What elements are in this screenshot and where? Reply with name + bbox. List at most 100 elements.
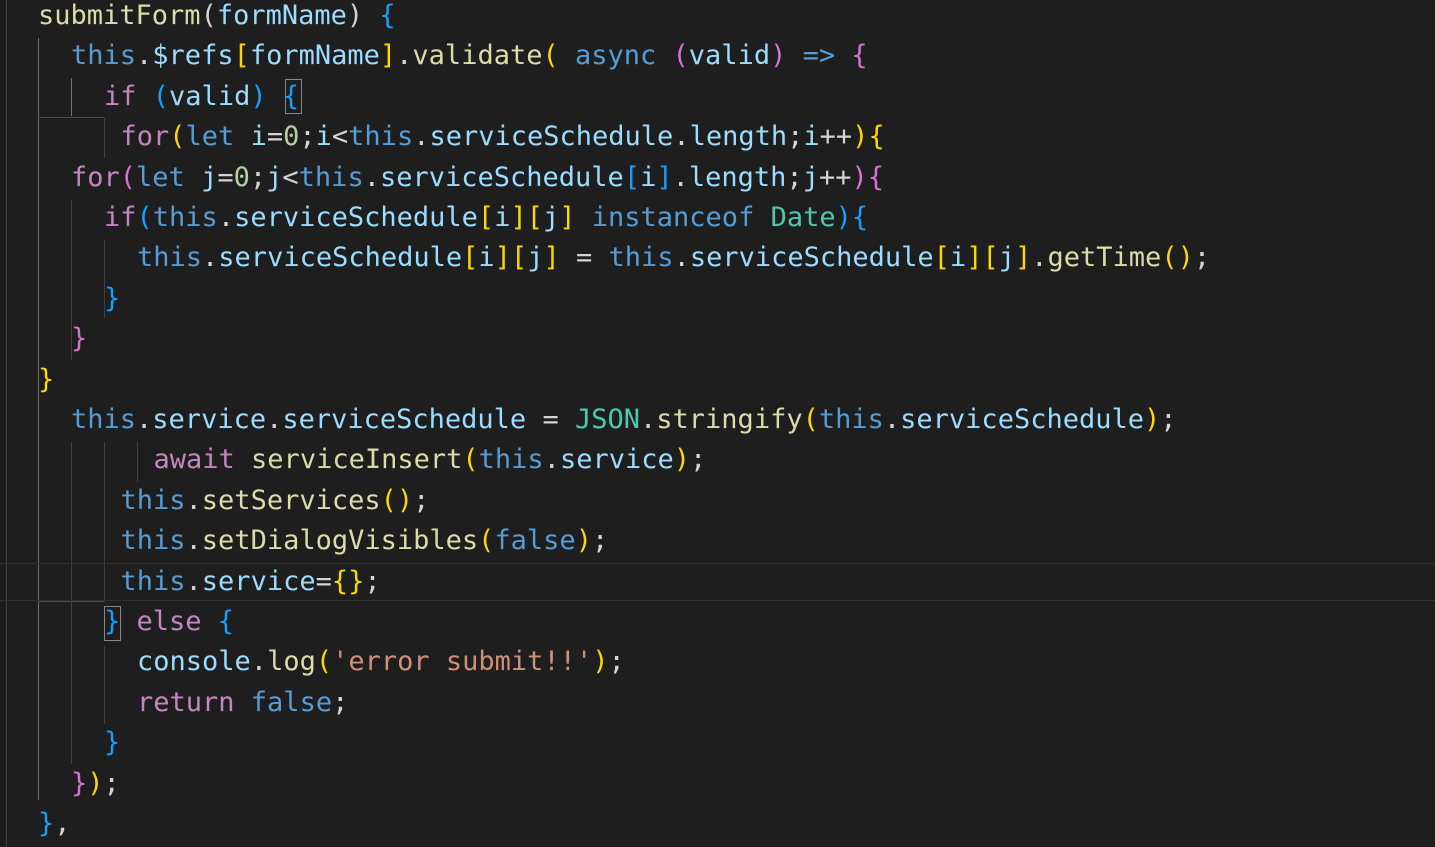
code-token: serviceSchedule [282,404,527,435]
code-token: [ [462,242,479,274]
code-token: {} [331,565,365,597]
code-token: false [250,686,333,718]
code-token: setServices [201,484,381,516]
code-line[interactable]: this.setDialogVisibles(false); [121,520,609,561]
code-token: . [185,525,202,557]
code-line[interactable]: this.$refs[formName].validate( async (va… [71,35,868,76]
code-line[interactable]: }, [38,803,71,844]
code-token: ) [770,40,803,72]
code-token: { [379,0,396,31]
code-line[interactable]: this.service={}; [121,561,381,602]
code-token: . [640,404,657,435]
code-token: ; [591,525,609,557]
code-token: 'error submit!!' [332,646,593,678]
code-token: this [120,484,186,516]
code-line[interactable]: this.serviceSchedule[i][j] = this.servic… [137,237,1210,278]
code-token: = [315,565,332,597]
code-token: valid [688,40,771,72]
code-token: $refs [152,40,234,72]
code-line[interactable]: this.setServices(); [121,480,430,521]
code-token: ] [966,242,983,274]
code-token: ] [656,161,673,193]
code-token: ; [332,686,349,718]
code-token: ; [249,161,267,193]
code-line[interactable]: for(let i=0;i<this.serviceSchedule.lengt… [121,116,885,157]
code-token: setDialogVisibles [201,525,479,557]
code-line[interactable]: if (valid) { [104,76,299,117]
code-token: getTime [1047,242,1162,274]
bracket-scope-line [38,117,104,118]
code-token: ] [543,242,560,274]
code-token: length [688,161,787,193]
code-token: if [104,202,137,233]
code-line[interactable]: } [38,359,54,400]
code-token: ) [250,80,283,112]
code-token: { [851,40,868,72]
code-token: instanceof [591,202,771,233]
indent-guide [38,38,39,800]
code-token: . [136,40,153,72]
code-token: serviceSchedule [689,242,934,274]
code-token: j [201,161,218,193]
code-token: this [818,404,884,435]
code-token: = [559,242,609,274]
code-token: stringify [656,404,803,435]
code-token: i [640,161,657,193]
code-token: ] [379,40,397,72]
code-line[interactable]: return false; [137,682,348,723]
code-token: i [494,202,511,233]
code-token: ) [673,444,690,476]
code-token: i [949,242,967,274]
code-line[interactable]: }); [71,763,120,804]
code-token: } [104,606,137,637]
code-token: ; [786,161,803,193]
code-token: ; [413,484,430,516]
code-token: i [478,242,495,274]
code-token: ; [787,121,804,153]
code-token: ) [592,646,609,678]
code-line[interactable]: for(let j=0;j<this.serviceSchedule[i].le… [71,157,884,198]
code-line[interactable]: } [104,722,120,763]
code-token: . [202,242,219,274]
code-line[interactable]: this.service.serviceSchedule = JSON.stri… [71,399,1177,440]
code-token: serviceInsert [251,444,463,476]
code-token: ; [299,121,316,153]
code-token: valid [169,80,251,112]
code-token: () [1161,242,1194,274]
code-token: . [266,404,283,435]
code-token: ( [169,121,186,153]
code-line[interactable]: console.log('error submit!!'); [137,641,625,682]
code-token: formName [249,40,380,72]
code-token: ] [494,242,511,274]
code-token: let [136,161,202,193]
code-token: serviceSchedule [429,121,674,153]
code-token: ( [152,80,170,112]
code-line[interactable]: } [71,318,87,359]
code-line[interactable]: await serviceInsert(this.service); [154,439,707,480]
code-token: service [559,444,674,476]
code-line[interactable]: if(this.serviceSchedule[i][j] instanceof… [104,197,868,238]
code-line[interactable]: } [104,278,120,319]
code-token: ( [462,444,479,476]
code-token: } [71,767,88,799]
code-line[interactable]: submitForm(formName) { [38,0,396,36]
code-token: ) [835,202,852,233]
code-token: ) [346,0,380,31]
code-token: ; [1193,242,1211,274]
code-token: ; [690,444,707,476]
code-token: ] [510,202,527,233]
code-token: serviceSchedule [900,404,1144,435]
code-token: await [153,444,252,476]
indent-guide [6,0,7,847]
code-token: [ [623,161,641,193]
code-token: [ [510,242,528,274]
code-token: ; [608,646,625,678]
code-token: Date [770,202,836,233]
code-token: ) [1144,404,1161,435]
code-token: . [673,242,690,274]
code-token: { [217,606,235,637]
code-editor[interactable]: submitForm(formName) {this.$refs[formNam… [0,0,1435,847]
code-line[interactable]: } else { [104,601,234,642]
code-token: } [38,363,55,395]
code-token: . [363,161,380,193]
